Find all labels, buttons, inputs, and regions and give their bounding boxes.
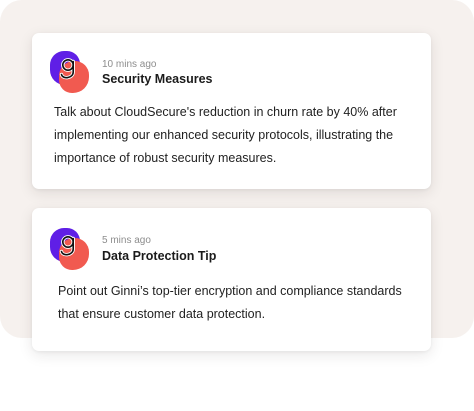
- notification-stage: 10 mins ago Security Measures Talk about…: [0, 0, 474, 411]
- ginni-logo-icon: [50, 228, 90, 272]
- notification-body: Talk about CloudSecure's reduction in ch…: [54, 105, 397, 165]
- notification-timestamp: 10 mins ago: [102, 59, 157, 70]
- notification-title: Security Measures: [102, 72, 213, 86]
- notification-card[interactable]: 5 mins ago Data Protection Tip Point out…: [32, 208, 431, 351]
- notification-body: Point out Ginni’s top-tier encryption an…: [58, 284, 402, 321]
- notification-timestamp: 5 mins ago: [102, 235, 151, 246]
- notification-title: Data Protection Tip: [102, 249, 217, 263]
- notification-card[interactable]: 10 mins ago Security Measures Talk about…: [32, 33, 431, 189]
- ginni-logo-icon: [50, 51, 90, 95]
